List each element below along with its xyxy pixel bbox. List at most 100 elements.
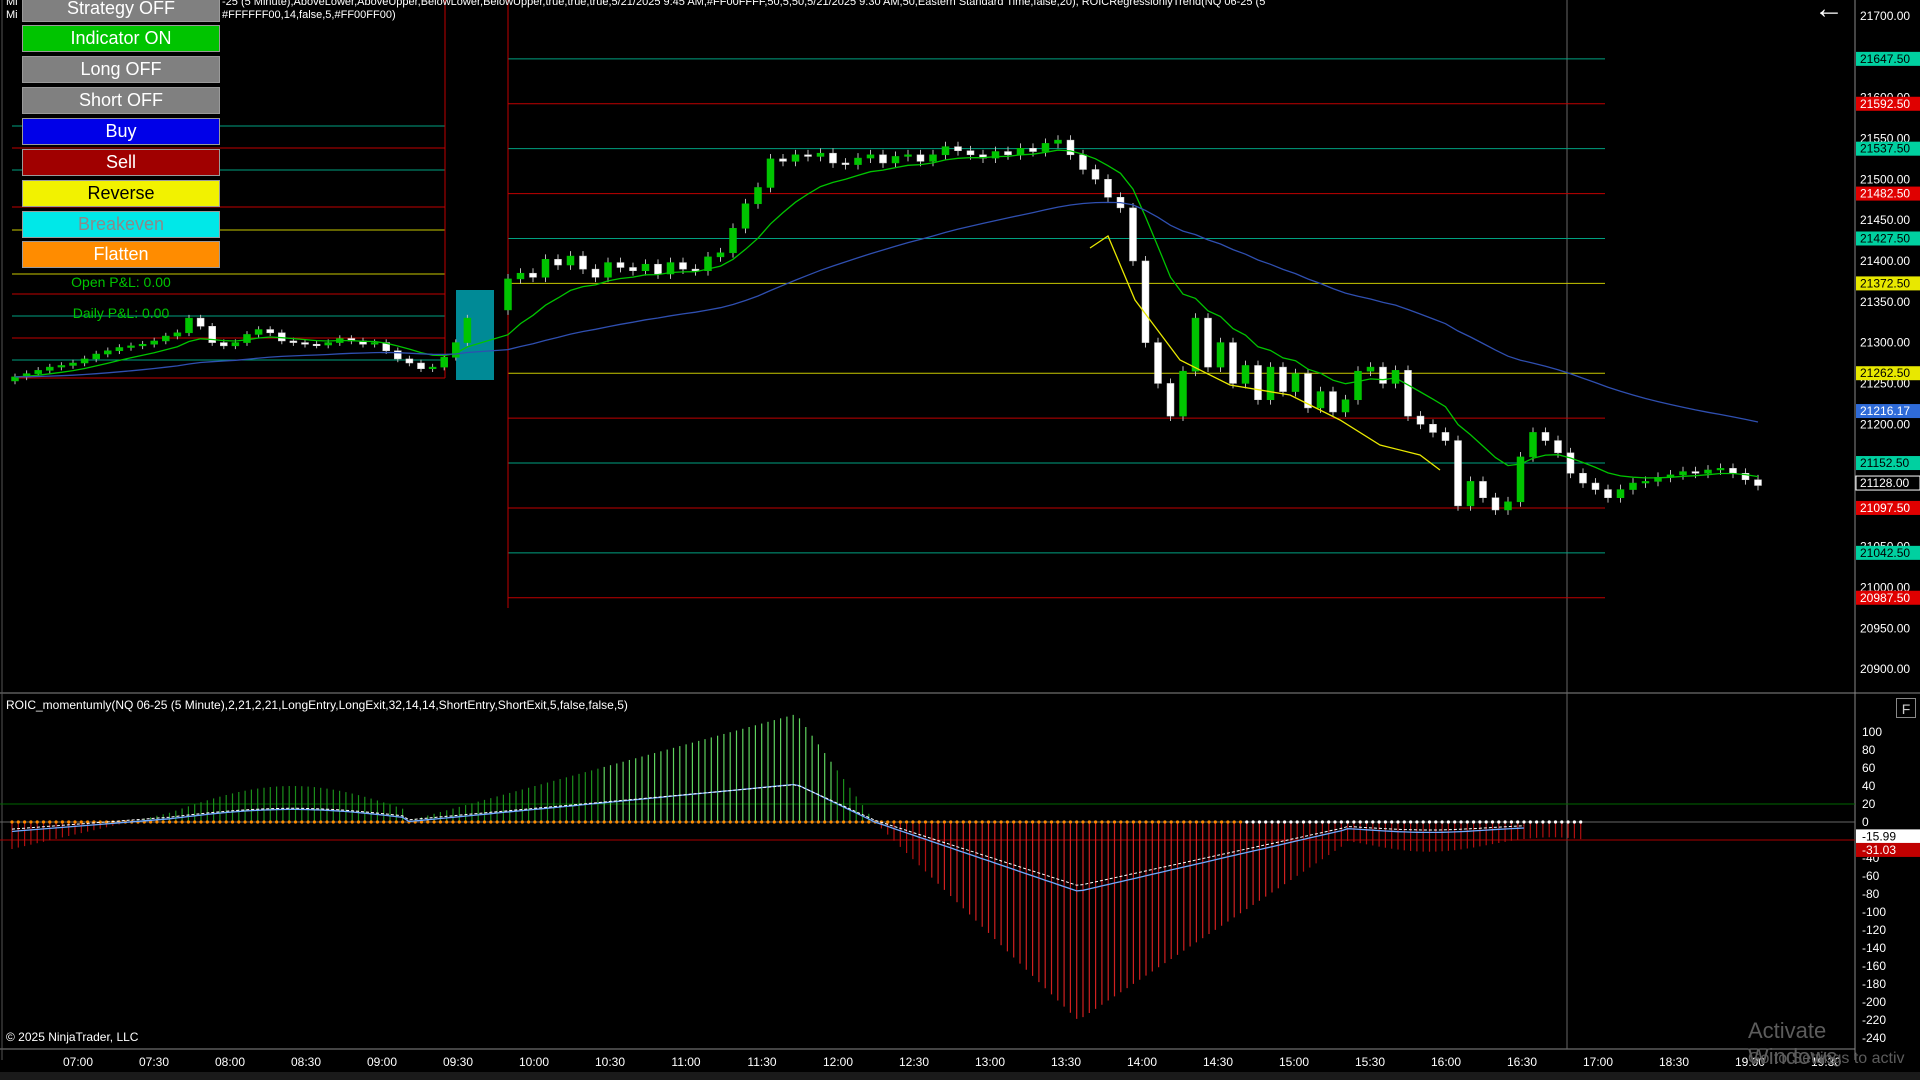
signal-dot bbox=[816, 820, 821, 824]
signal-dot bbox=[709, 820, 713, 824]
signal-dot bbox=[564, 820, 569, 824]
activate-windows-watermark-sub: Go to Settings to activ bbox=[1748, 1050, 1905, 1067]
signal-dot bbox=[1106, 820, 1110, 824]
signal-dot bbox=[1131, 820, 1135, 824]
candle-body bbox=[641, 263, 650, 271]
candle-body bbox=[1591, 482, 1600, 490]
breakeven-button[interactable]: Breakeven bbox=[22, 211, 220, 238]
indicator-tick-label: 40 bbox=[1862, 779, 1876, 793]
signal-dot bbox=[678, 820, 682, 824]
header-prefix-1: Mi bbox=[6, 0, 18, 8]
signal-dot bbox=[23, 820, 27, 824]
buy-button[interactable]: Buy bbox=[22, 118, 220, 145]
time-tick-label: 16:30 bbox=[1507, 1055, 1537, 1069]
indicator-tick-label: 80 bbox=[1862, 743, 1876, 757]
candle-body bbox=[220, 342, 228, 347]
signal-dot bbox=[155, 820, 159, 824]
signal-dot bbox=[646, 820, 650, 824]
candle-body bbox=[1029, 148, 1037, 152]
signal-dot bbox=[823, 820, 827, 824]
signal-dot bbox=[942, 820, 947, 824]
signal-dot bbox=[671, 820, 676, 824]
signal-dot bbox=[186, 820, 190, 824]
level-badge-text: 21097.50 bbox=[1860, 501, 1910, 515]
candle-body bbox=[579, 255, 587, 270]
signal-dot bbox=[1062, 820, 1066, 824]
signal-dot bbox=[464, 820, 468, 824]
signal-dot bbox=[747, 820, 751, 824]
candle-body bbox=[1579, 472, 1587, 484]
candle-body bbox=[929, 154, 937, 162]
time-tick-label: 08:30 bbox=[291, 1055, 321, 1069]
candle-body bbox=[541, 259, 550, 278]
reverse-button[interactable]: Reverse bbox=[22, 180, 220, 207]
signal-dot bbox=[293, 820, 298, 824]
signal-dot bbox=[810, 820, 814, 824]
signal-dot bbox=[1068, 820, 1072, 824]
signal-dot bbox=[212, 820, 216, 824]
candle-body bbox=[1316, 391, 1325, 409]
candle-body bbox=[1504, 501, 1512, 511]
candle-body bbox=[1254, 365, 1262, 401]
signal-dot bbox=[281, 820, 285, 824]
signal-dot bbox=[287, 820, 291, 824]
signal-dot bbox=[161, 820, 165, 824]
time-tick-label: 10:00 bbox=[519, 1055, 549, 1069]
candle-body bbox=[941, 146, 950, 156]
signal-dot bbox=[1396, 820, 1400, 824]
price-tick-label: 21700.00 bbox=[1860, 9, 1910, 23]
chart-canvas[interactable]: 21700.0021650.0021600.0021550.0021500.00… bbox=[0, 0, 1920, 1080]
signal-dot bbox=[457, 820, 461, 824]
candle-body bbox=[1691, 471, 1700, 474]
candle-body bbox=[34, 370, 42, 374]
signal-dot bbox=[1490, 820, 1495, 824]
signal-dot bbox=[1094, 820, 1098, 824]
arrow-left-icon[interactable]: ← bbox=[1814, 0, 1844, 26]
signal-dot bbox=[476, 820, 480, 824]
candle-body bbox=[278, 332, 286, 342]
candle-body bbox=[452, 342, 460, 358]
signal-dot bbox=[1194, 820, 1198, 824]
signal-dot bbox=[716, 820, 720, 824]
signal-dot bbox=[1503, 820, 1507, 824]
candle-body bbox=[1004, 151, 1012, 156]
sell-button[interactable]: Sell bbox=[22, 149, 220, 176]
strategy-toggle-button[interactable]: Strategy OFF bbox=[22, 0, 220, 22]
signal-dot bbox=[394, 820, 398, 824]
level-badge-text: 21537.50 bbox=[1860, 142, 1910, 156]
signal-dot bbox=[1081, 820, 1085, 824]
signal-dot bbox=[791, 820, 795, 824]
signal-dot bbox=[766, 820, 770, 824]
flatten-button[interactable]: Flatten bbox=[22, 241, 220, 268]
time-tick-label: 15:00 bbox=[1279, 1055, 1309, 1069]
signal-dot bbox=[1201, 820, 1205, 824]
signal-dot bbox=[785, 820, 789, 824]
signal-dot bbox=[67, 820, 71, 824]
signal-dot bbox=[16, 820, 20, 824]
indicator-f-button[interactable]: F bbox=[1896, 698, 1916, 718]
candle-body bbox=[1066, 139, 1075, 156]
signal-dot bbox=[1377, 820, 1381, 824]
indicator-tick-label: -80 bbox=[1862, 887, 1880, 901]
candle-body bbox=[879, 154, 887, 164]
candle-body bbox=[417, 362, 425, 369]
candle-body bbox=[1079, 154, 1087, 170]
signal-dot bbox=[243, 820, 247, 824]
long-toggle-button[interactable]: Long OFF bbox=[22, 56, 220, 83]
signal-dot bbox=[319, 820, 323, 824]
indicator-tick-label: -100 bbox=[1862, 905, 1886, 919]
short-toggle-button[interactable]: Short OFF bbox=[22, 87, 220, 114]
candle-body bbox=[504, 278, 512, 311]
signal-dot bbox=[608, 820, 613, 824]
signal-dot bbox=[363, 820, 367, 824]
signal-dot bbox=[520, 820, 524, 824]
candle-body bbox=[440, 357, 448, 368]
signal-dot bbox=[338, 820, 342, 824]
candle-body bbox=[1329, 391, 1337, 413]
candle-body bbox=[1566, 452, 1575, 474]
candle-body bbox=[104, 350, 112, 355]
candle-body bbox=[1391, 370, 1400, 384]
candle-body bbox=[1604, 489, 1612, 498]
signal-dot bbox=[690, 820, 695, 824]
indicator-toggle-button[interactable]: Indicator ON bbox=[22, 25, 220, 52]
